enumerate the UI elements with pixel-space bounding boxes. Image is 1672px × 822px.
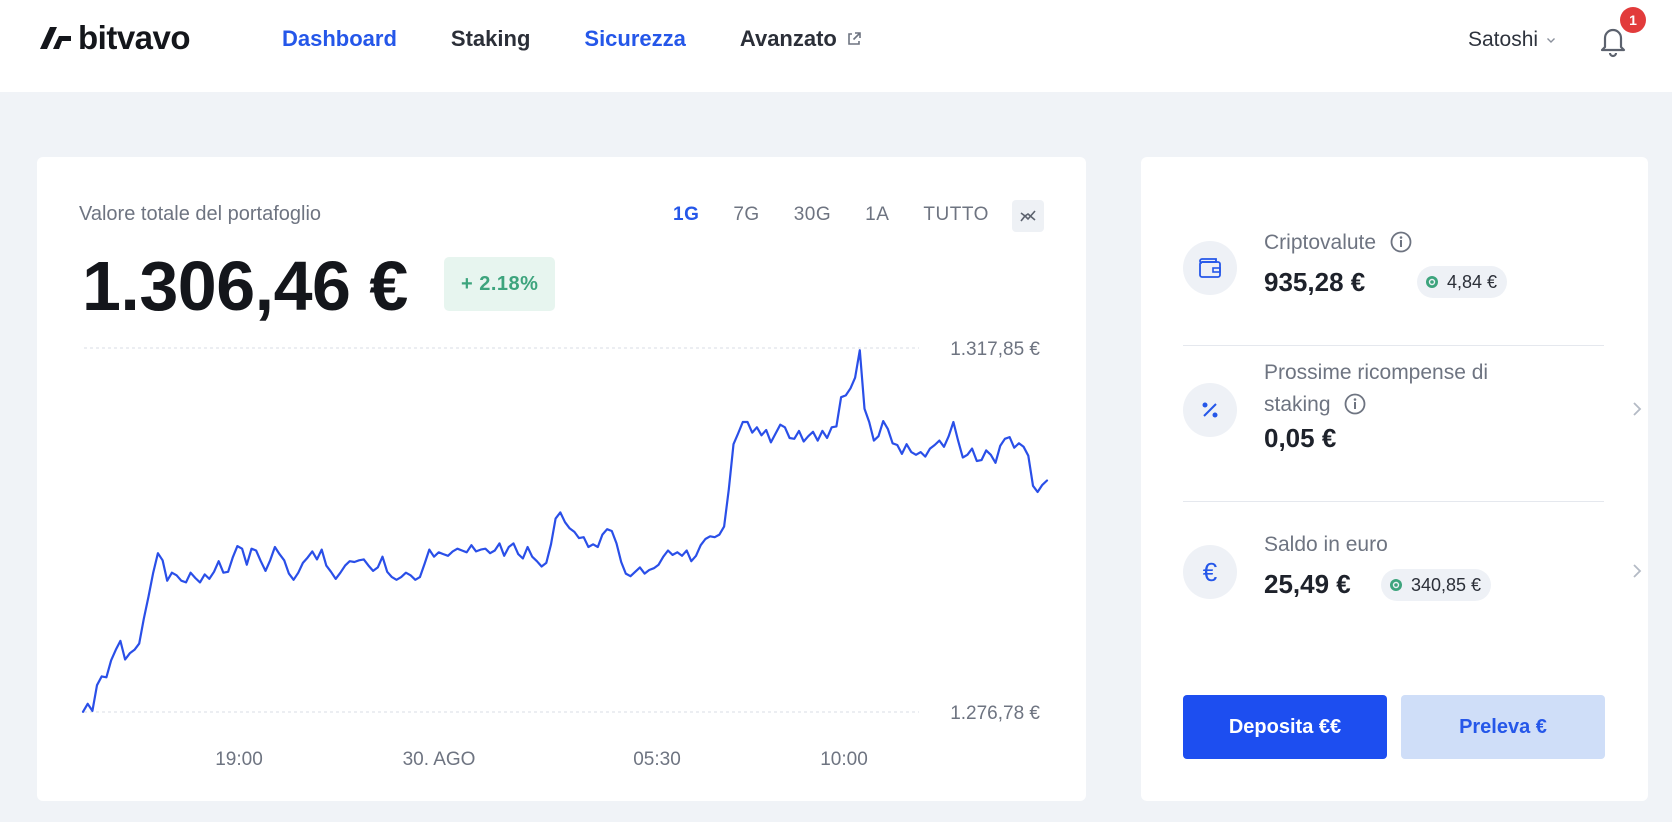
portfolio-line-chart[interactable]: 1.317,85 € 1.276,78 € 19:00 30. AGO 05:3… [37,157,1086,801]
crypto-label: Criptovalute [1264,227,1412,259]
y-tick-max: 1.317,85 € [950,339,1040,360]
euro-label: Saldo in euro [1264,533,1388,556]
nav-avanzato-label: Avanzato [739,26,837,51]
staking-label-text: Prossime ricompense di staking [1264,361,1489,416]
x-tick-1900: 19:00 [215,749,263,770]
euro-balance-row[interactable]: € Saldo in euro 25,49 € 340,85 € [1183,533,1642,647]
bitvavo-logo-icon [40,27,71,49]
percent-icon-circle [1183,383,1237,437]
divider [1183,501,1604,502]
x-tick-30-ago: 30. AGO [403,749,476,770]
crypto-balance-row[interactable]: Criptovalute 935,28 € 4,84 € [1183,229,1604,339]
chevron-right-icon [1633,402,1642,416]
user-name: Satoshi [1468,28,1539,51]
top-navbar: bitvavo Dashboard Staking Sicurezza Avan… [0,0,1672,92]
divider [1183,345,1604,346]
x-tick-1000: 10:00 [820,749,868,770]
euro-value: 25,49 € [1264,569,1351,599]
nav-avanzato[interactable]: Avanzato [740,24,862,54]
nav-staking[interactable]: Staking [451,24,530,54]
nav-dashboard[interactable]: Dashboard [282,24,397,54]
y-tick-min: 1.276,78 € [950,703,1040,724]
euro-icon: € [1202,556,1218,587]
crypto-staking-pill: 4,84 € [1417,266,1508,298]
wallet-icon-circle [1183,241,1237,295]
staking-indicator-icon [1390,579,1402,591]
staking-value: 0,05 € [1264,423,1337,453]
portfolio-card: Valore totale del portafoglio 1G 7G 30G … [37,157,1086,801]
notification-badge: 1 [1620,7,1646,33]
bitvavo-logo[interactable]: bitvavo [38,19,191,56]
external-link-icon [848,32,861,45]
euro-staking-pill: 340,85 € [1381,569,1492,601]
euro-pill-value: 340,85 € [1411,574,1482,595]
deposit-button[interactable]: Deposita €€ [1183,695,1387,759]
nav-sicurezza[interactable]: Sicurezza [584,24,686,54]
wallet-icon [1199,258,1221,278]
user-menu[interactable]: Satoshi [1468,25,1556,55]
percent-icon [1202,402,1218,418]
crypto-value: 935,28 € [1264,267,1366,297]
info-icon[interactable] [1344,393,1366,415]
x-tick-0530: 05:30 [633,749,681,770]
staking-indicator-icon [1426,276,1438,288]
crypto-pill-value: 4,84 € [1447,271,1498,292]
chevron-right-icon [1633,564,1642,578]
portfolio-series-line [81,349,1049,713]
staking-label: Prossime ricompense di staking [1264,357,1554,421]
chevron-down-icon [1547,38,1556,43]
staking-rewards-row[interactable]: Prossime ricompense di staking 0,05 € [1183,361,1642,495]
euro-icon-circle: € [1183,545,1237,599]
withdraw-button[interactable]: Preleva € [1401,695,1605,759]
info-icon[interactable] [1390,231,1412,253]
main-nav: Dashboard Staking Sicurezza Avanzato [282,24,916,54]
balances-card: Criptovalute 935,28 € 4,84 € Prossime ri… [1141,157,1648,801]
logo-text: bitvavo [78,19,191,56]
crypto-label-text: Criptovalute [1264,231,1377,254]
